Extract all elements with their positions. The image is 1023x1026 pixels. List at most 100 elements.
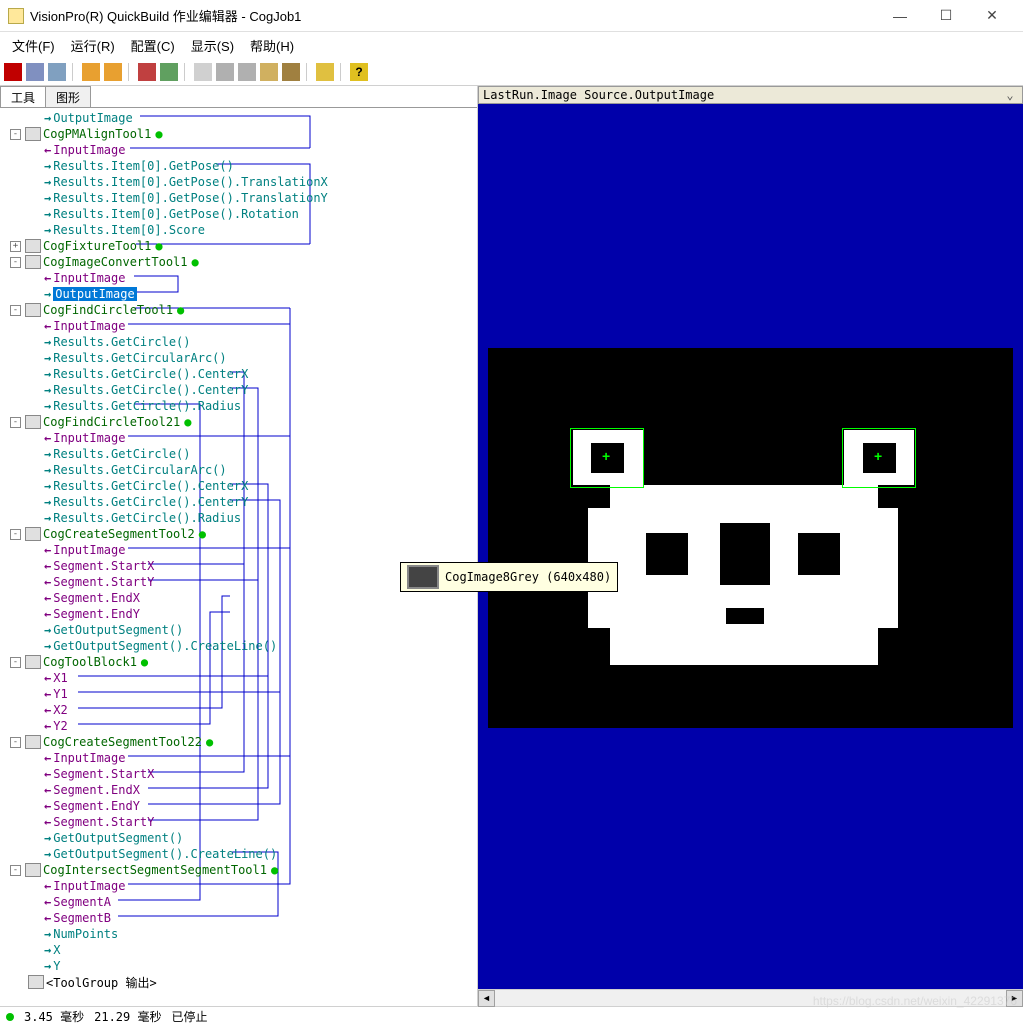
tree-node[interactable]: →Results.GetCircle().CenterY [0, 382, 477, 398]
tree-node[interactable]: -CogImageConvertTool1● [0, 254, 477, 270]
tree-node[interactable]: →Results.Item[0].GetPose().TranslationX [0, 174, 477, 190]
tree-node-label: Results.Item[0].GetPose().TranslationX [53, 175, 328, 189]
tree-expander[interactable]: - [10, 129, 21, 140]
tree-node-label: Y2 [53, 719, 67, 733]
menu-config[interactable]: 配置(C) [123, 33, 183, 58]
tree-node-label: Results.GetCircle().Radius [53, 399, 241, 413]
menu-file[interactable]: 文件(F) [4, 33, 63, 58]
tool-icon-6[interactable] [160, 63, 178, 81]
tab-tools[interactable]: 工具 [0, 86, 46, 107]
tree-tabs: 工具 图形 [0, 86, 477, 108]
tree-node[interactable]: ←Y1 [0, 686, 477, 702]
tree-node[interactable]: →X [0, 942, 477, 958]
tree-node[interactable]: →Results.GetCircle().CenterX [0, 478, 477, 494]
tree-node[interactable]: →GetOutputSegment().CreateLine() [0, 846, 477, 862]
tree-node[interactable]: ←InputImage [0, 318, 477, 334]
menu-help[interactable]: 帮助(H) [242, 33, 302, 58]
tree-node[interactable]: -CogFindCircleTool21● [0, 414, 477, 430]
tab-graphics[interactable]: 图形 [45, 86, 91, 107]
tree-node[interactable]: →Results.GetCircle() [0, 446, 477, 462]
tree-node[interactable]: →Results.GetCircularArc() [0, 350, 477, 366]
tree-expander[interactable]: - [10, 417, 21, 428]
minimize-button[interactable]: — [877, 2, 923, 30]
tree-node[interactable]: →GetOutputSegment().CreateLine() [0, 638, 477, 654]
tree-node[interactable]: ←InputImage [0, 542, 477, 558]
output-arrow-icon: → [44, 335, 51, 349]
tree-node[interactable]: ←InputImage [0, 430, 477, 446]
tree-node[interactable]: -CogCreateSegmentTool2● [0, 526, 477, 542]
tool-icon-10[interactable] [260, 63, 278, 81]
tree-node[interactable]: →GetOutputSegment() [0, 830, 477, 846]
tree-node[interactable]: -CogCreateSegmentTool22● [0, 734, 477, 750]
scroll-left-icon[interactable]: ◄ [478, 990, 495, 1007]
tree-node[interactable]: ←Segment.StartX [0, 766, 477, 782]
tree-node[interactable]: ←Segment.EndX [0, 782, 477, 798]
tree-node[interactable]: →Results.GetCircle().Radius [0, 398, 477, 414]
tree-node[interactable]: ←InputImage [0, 750, 477, 766]
tree-node[interactable]: ←SegmentB [0, 910, 477, 926]
help-icon[interactable]: ? [350, 63, 368, 81]
tree-node[interactable]: →Results.GetCircle().CenterX [0, 366, 477, 382]
tree-node[interactable]: ←Segment.StartY [0, 814, 477, 830]
tree-expander[interactable]: - [10, 529, 21, 540]
tree-node[interactable]: →GetOutputSegment() [0, 622, 477, 638]
tree-node[interactable]: →Results.GetCircle() [0, 334, 477, 350]
tree-node-label: CogFindCircleTool1 [43, 303, 173, 317]
tree-node[interactable]: ←InputImage [0, 142, 477, 158]
tree-node[interactable]: →NumPoints [0, 926, 477, 942]
tool-icon-9[interactable] [238, 63, 256, 81]
tool-tree[interactable]: →OutputImage-CogPMAlignTool1●←InputImage… [0, 108, 477, 1006]
run-icon[interactable] [4, 63, 22, 81]
tree-node[interactable]: →Results.GetCircle().Radius [0, 510, 477, 526]
tool-icon-8[interactable] [216, 63, 234, 81]
tool-icon-5[interactable] [138, 63, 156, 81]
tree-node[interactable]: →OutputImage [0, 110, 477, 126]
tree-node[interactable]: -CogFindCircleTool1● [0, 302, 477, 318]
tool-icon-2[interactable] [48, 63, 66, 81]
tool-icon-1[interactable] [26, 63, 44, 81]
tree-node[interactable]: <ToolGroup 输出> [0, 974, 477, 990]
tool-node-icon [25, 527, 41, 541]
tool-icon-11[interactable] [282, 63, 300, 81]
tree-node[interactable]: ←SegmentA [0, 894, 477, 910]
tree-node[interactable]: →Results.Item[0].GetPose().Rotation [0, 206, 477, 222]
image-view[interactable]: + + [478, 104, 1023, 989]
tree-node[interactable]: ←Segment.EndX [0, 590, 477, 606]
menu-run[interactable]: 运行(R) [63, 33, 123, 58]
tree-expander[interactable]: - [10, 257, 21, 268]
tree-node[interactable]: ←InputImage [0, 878, 477, 894]
tree-expander[interactable]: - [10, 865, 21, 876]
tree-node[interactable]: -CogPMAlignTool1● [0, 126, 477, 142]
tree-node[interactable]: →Results.Item[0].GetPose().TranslationY [0, 190, 477, 206]
tree-node[interactable]: →Y [0, 958, 477, 974]
image-source-dropdown[interactable]: LastRun.Image Source.OutputImage ⌄ [478, 86, 1023, 104]
tool-icon-7[interactable] [194, 63, 212, 81]
tool-icon-4[interactable] [104, 63, 122, 81]
tree-node[interactable]: -CogIntersectSegmentSegmentTool1● [0, 862, 477, 878]
tree-node[interactable]: +CogFixtureTool1● [0, 238, 477, 254]
tree-node[interactable]: ←X1 [0, 670, 477, 686]
tree-node-label: NumPoints [53, 927, 118, 941]
tool-icon-12[interactable] [316, 63, 334, 81]
tree-expander[interactable]: - [10, 657, 21, 668]
tree-node[interactable]: →Results.GetCircularArc() [0, 462, 477, 478]
tree-node[interactable]: →Results.Item[0].Score [0, 222, 477, 238]
tree-node[interactable]: ←X2 [0, 702, 477, 718]
tree-node[interactable]: →OutputImage [0, 286, 477, 302]
tree-node[interactable]: →Results.Item[0].GetPose() [0, 158, 477, 174]
tree-node[interactable]: -CogToolBlock1● [0, 654, 477, 670]
menu-show[interactable]: 显示(S) [183, 33, 242, 58]
tree-node[interactable]: ←Y2 [0, 718, 477, 734]
tree-expander[interactable]: + [10, 241, 21, 252]
close-button[interactable]: ✕ [969, 2, 1015, 30]
tree-node[interactable]: ←InputImage [0, 270, 477, 286]
tree-node[interactable]: →Results.GetCircle().CenterY [0, 494, 477, 510]
tree-expander[interactable]: - [10, 305, 21, 316]
tree-node[interactable]: ←Segment.EndY [0, 606, 477, 622]
tree-expander[interactable]: - [10, 737, 21, 748]
output-arrow-icon: → [44, 383, 51, 397]
tool-icon-3[interactable] [82, 63, 100, 81]
tree-node-label: Results.GetCircle().CenterX [53, 367, 248, 381]
maximize-button[interactable]: ☐ [923, 2, 969, 30]
tree-node[interactable]: ←Segment.EndY [0, 798, 477, 814]
